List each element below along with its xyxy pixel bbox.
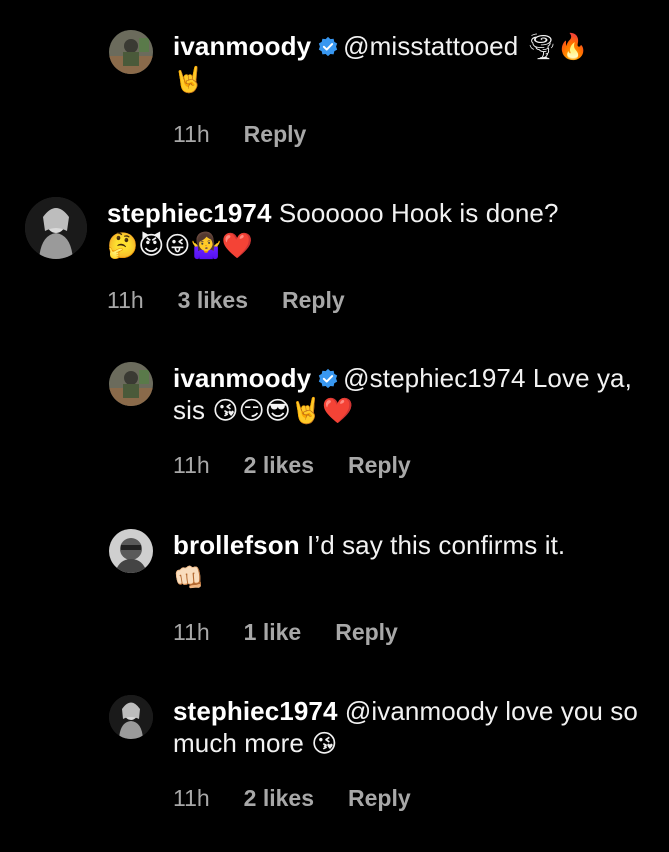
emoji-sequence: 🤔😈😜🤷‍♀️❤️ bbox=[107, 232, 254, 260]
reply-button[interactable]: Reply bbox=[348, 451, 411, 479]
timestamp[interactable]: 11h bbox=[173, 120, 210, 148]
reply-button[interactable]: Reply bbox=[244, 120, 307, 148]
avatar[interactable] bbox=[109, 529, 153, 573]
reply-button[interactable]: Reply bbox=[335, 618, 398, 646]
reply-button[interactable]: Reply bbox=[348, 784, 411, 812]
comment-text: ivanmoody @misstattooed 🌪🔥 🤘 bbox=[173, 30, 589, 96]
comment-meta: 11h Reply bbox=[173, 120, 589, 148]
timestamp[interactable]: 11h bbox=[173, 618, 210, 646]
avatar[interactable] bbox=[109, 30, 153, 74]
avatar-photo-icon bbox=[109, 695, 153, 739]
likes-count[interactable]: 2 likes bbox=[244, 784, 314, 812]
comment-meta: 11h 3 likes Reply bbox=[107, 286, 559, 314]
avatar-photo-icon bbox=[109, 30, 153, 74]
emoji-sequence: 👊🏻 bbox=[173, 564, 205, 592]
comment-meta: 11h 2 likes Reply bbox=[173, 784, 649, 812]
avatar-photo-icon bbox=[109, 529, 153, 573]
username[interactable]: stephiec1974 bbox=[107, 198, 272, 228]
comment-body: @misstattooed bbox=[343, 31, 519, 61]
avatar[interactable] bbox=[109, 695, 153, 739]
comment-reply: stephiec1974 @ivanmoody love you so much… bbox=[109, 695, 649, 812]
emoji-sequence: 😘😏😎🤘❤️ bbox=[212, 397, 354, 425]
username[interactable]: brollefson bbox=[173, 530, 300, 560]
comment: stephiec1974 Soooooo Hook is done? 🤔😈😜🤷‍… bbox=[25, 197, 645, 314]
avatar[interactable] bbox=[25, 197, 87, 259]
comment-text: brollefson I’d say this confirms it. 👊🏻 bbox=[173, 529, 565, 594]
timestamp[interactable]: 11h bbox=[173, 451, 210, 479]
verified-badge-icon bbox=[318, 36, 338, 57]
username[interactable]: ivanmoody bbox=[173, 363, 311, 393]
likes-count[interactable]: 3 likes bbox=[178, 286, 248, 314]
comment-body: Soooooo Hook is done? bbox=[278, 198, 559, 228]
avatar-photo-icon bbox=[109, 362, 153, 406]
comment-body: I’d say this confirms it. bbox=[307, 530, 566, 560]
username[interactable]: stephiec1974 bbox=[173, 696, 338, 726]
comment-reply: brollefson I’d say this confirms it. 👊🏻 … bbox=[109, 529, 649, 646]
comment-meta: 11h 2 likes Reply bbox=[173, 451, 649, 479]
timestamp[interactable]: 11h bbox=[107, 286, 144, 314]
comment-text: stephiec1974 Soooooo Hook is done? 🤔😈😜🤷‍… bbox=[107, 197, 559, 262]
avatar[interactable] bbox=[109, 362, 153, 406]
reply-button[interactable]: Reply bbox=[282, 286, 345, 314]
timestamp[interactable]: 11h bbox=[173, 784, 210, 812]
comment-meta: 11h 1 like Reply bbox=[173, 618, 565, 646]
comment-text: ivanmoody @stephiec1974 Love ya, sis 😘😏😎🤘… bbox=[173, 362, 649, 427]
likes-count[interactable]: 2 likes bbox=[244, 451, 314, 479]
likes-count[interactable]: 1 like bbox=[244, 618, 302, 646]
avatar-photo-icon bbox=[25, 197, 87, 259]
verified-badge-icon bbox=[318, 368, 338, 389]
username[interactable]: ivanmoody bbox=[173, 31, 311, 61]
comment-text: stephiec1974 @ivanmoody love you so much… bbox=[173, 695, 649, 760]
emoji-sequence: 😘 bbox=[311, 730, 338, 758]
comment-reply: ivanmoody @stephiec1974 Love ya, sis 😘😏😎🤘… bbox=[109, 362, 649, 479]
comment-reply: ivanmoody @misstattooed 🌪🔥 🤘 11h Reply bbox=[109, 30, 649, 148]
